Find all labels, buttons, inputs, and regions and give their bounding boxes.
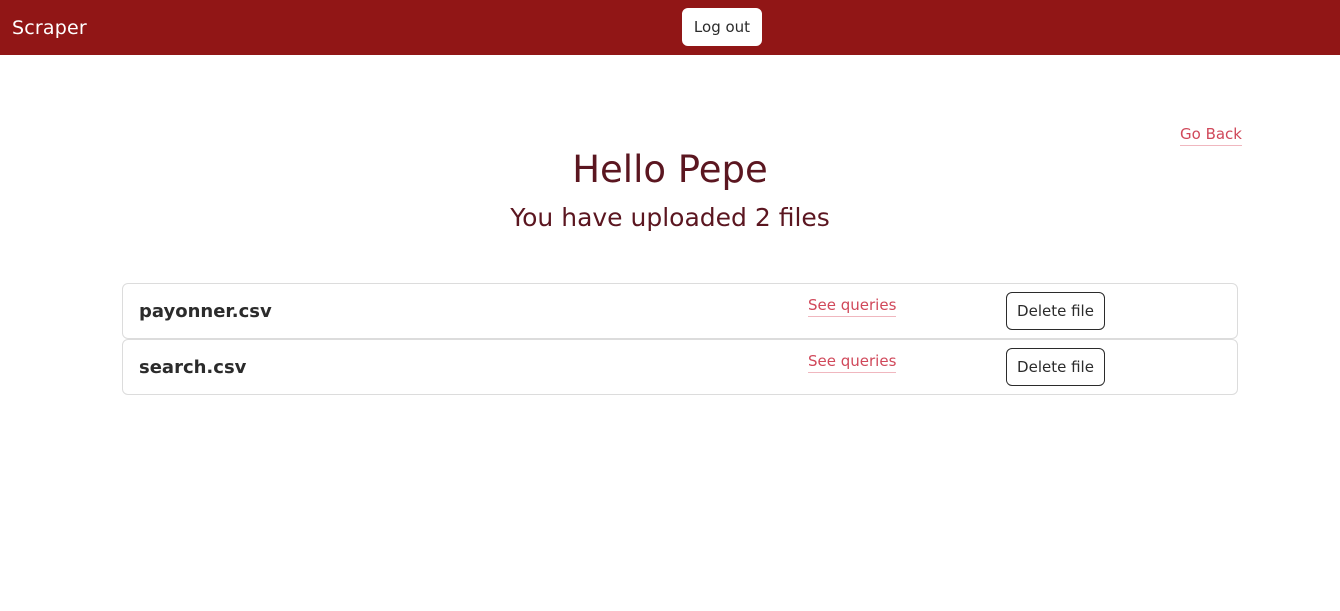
logout-button[interactable]: Log out — [682, 8, 762, 46]
page-title: Hello Pepe — [572, 148, 768, 191]
delete-file-button[interactable]: Delete file — [1006, 292, 1105, 330]
delete-file-button[interactable]: Delete file — [1006, 348, 1105, 386]
file-name: search.csv — [139, 357, 247, 378]
file-list: payonner.csv See queries Delete file sea… — [122, 283, 1238, 395]
file-row: search.csv See queries Delete file — [122, 339, 1238, 395]
file-name: payonner.csv — [139, 301, 272, 322]
go-back-link[interactable]: Go Back — [1180, 123, 1242, 146]
brand-logo[interactable]: Scraper — [12, 14, 87, 42]
see-queries-link[interactable]: See queries — [808, 294, 897, 317]
see-queries-link[interactable]: See queries — [808, 350, 897, 373]
file-row: payonner.csv See queries Delete file — [122, 283, 1238, 339]
upload-count-subtitle: You have uploaded 2 files — [510, 203, 830, 232]
top-navbar: Scraper Log out — [0, 0, 1340, 55]
